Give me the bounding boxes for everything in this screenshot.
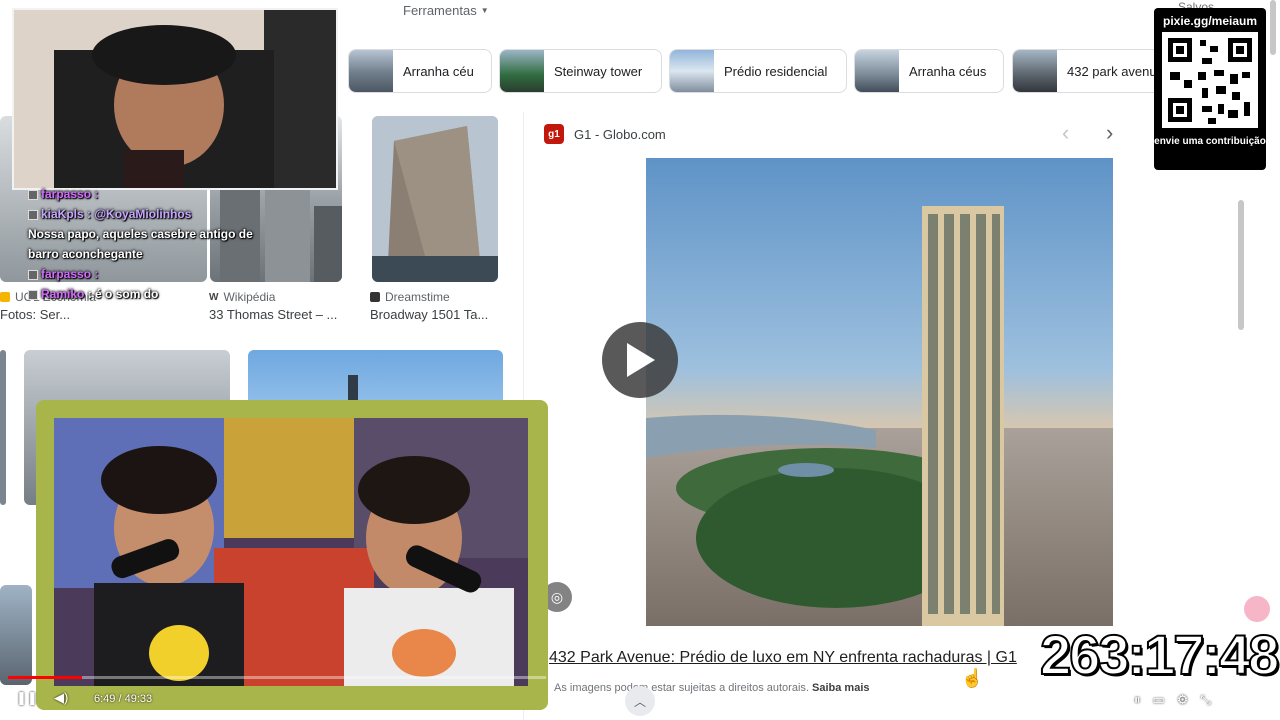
source-name: Dreamstime — [385, 290, 450, 304]
hand-cursor-icon: ☝ — [961, 668, 984, 688]
preview-article-title[interactable]: 432 Park Avenue: Prédio de luxo em NY en… — [549, 649, 1017, 667]
previous-arrow-icon[interactable]: ‹ — [1062, 122, 1069, 144]
result-title-2[interactable]: 33 Thomas Street – ... — [209, 307, 337, 322]
embedded-video-frame — [36, 400, 548, 710]
source-favicon-icon — [0, 292, 10, 302]
chat-username: farpasso — [41, 267, 92, 281]
result-image-3[interactable] — [372, 116, 498, 282]
sticker-icon — [1244, 596, 1270, 622]
caret-down-icon: ▼ — [480, 6, 489, 15]
video-scene — [54, 418, 528, 686]
building-graphic — [372, 116, 498, 282]
exit-fullscreen-icon[interactable]: ⤡ — [1200, 692, 1210, 708]
learn-more-link[interactable]: Saiba mais — [812, 682, 869, 694]
chip-thumbnail — [1013, 50, 1057, 92]
streamer-webcam — [12, 8, 338, 190]
qr-caption: envie uma contribuição — [1154, 136, 1266, 147]
chat-text: é o som do — [95, 287, 159, 301]
chip-thumbnail — [855, 50, 899, 92]
g1-logo-icon: g1 — [544, 124, 564, 144]
pause-icon[interactable]: ❚❚ — [16, 690, 38, 706]
subtitles-icon[interactable]: ▭ — [1153, 692, 1165, 708]
result-title-3[interactable]: Broadway 1501 Ta... — [370, 307, 488, 322]
chip-label: Arranha céus — [909, 63, 987, 79]
chip-label: Prédio residencial — [724, 63, 828, 79]
chat-username: kiaKpls — [41, 207, 84, 221]
subathon-timer: 263:17:48 — [1039, 622, 1280, 687]
video-progress-track[interactable] — [8, 676, 546, 679]
play-icon — [627, 343, 655, 377]
chip-steinway-tower[interactable]: Steinway tower — [499, 49, 662, 93]
page-scrollbar[interactable] — [1270, 0, 1276, 55]
source-favicon-icon — [370, 292, 380, 302]
skyscraper-photo — [646, 158, 1113, 626]
chip-432-park-avenue[interactable]: 432 park avenue — [1012, 49, 1172, 93]
video-time: 6:49 / 49:33 — [94, 693, 153, 705]
chat-message: kiaKpls : @KoyaMiolinhos — [28, 204, 258, 224]
webcam-feed — [14, 10, 336, 188]
result-title-1[interactable]: Fotos: Ser... — [0, 307, 70, 322]
tools-menu[interactable]: Ferramentas ▼ — [403, 3, 489, 18]
chat-message: Nossa papo, aqueles casebre antigo de ba… — [28, 224, 258, 264]
stream-chat: farpasso : kiaKpls : @KoyaMiolinhos Noss… — [28, 184, 258, 304]
preview-image[interactable] — [646, 158, 1113, 626]
chip-thumbnail — [670, 50, 714, 92]
chat-message: farpasso : — [28, 184, 258, 204]
chat-message: farpasso : — [28, 264, 258, 284]
copyright-notice: As imagens podem estar sujeitas a direit… — [554, 682, 870, 694]
contribution-qr-box: pixie.gg/meiaum envie uma contribuição — [1154, 8, 1266, 170]
player-controls: ⏸ ▭ ⚙ ⤡ — [1128, 688, 1270, 712]
tools-label: Ferramentas — [403, 3, 477, 18]
result-image-7[interactable] — [0, 585, 32, 685]
chat-badge-icon — [28, 269, 38, 280]
chat-badge-icon — [28, 289, 38, 300]
chat-badge-icon — [28, 209, 38, 220]
chip-arranha-ceu[interactable]: Arranha céu — [348, 49, 492, 93]
preview-source-name: G1 - Globo.com — [574, 126, 666, 142]
chip-predio-residencial[interactable]: Prédio residencial — [669, 49, 847, 93]
chat-text: @KoyaMiolinhos — [94, 207, 192, 221]
chevron-up-icon[interactable]: ︿ — [625, 686, 655, 716]
qr-url: pixie.gg/meiaum — [1162, 14, 1258, 28]
panel-scrollbar[interactable] — [1238, 200, 1244, 330]
chip-thumbnail — [500, 50, 544, 92]
next-arrow-icon[interactable]: › — [1106, 122, 1113, 144]
preview-source[interactable]: g1 G1 - Globo.com — [544, 124, 666, 144]
video-progress-fill — [8, 676, 82, 679]
qr-code-icon — [1162, 32, 1258, 128]
result-image-4[interactable] — [0, 350, 6, 505]
play-button[interactable] — [602, 322, 678, 398]
chat-text: Nossa papo, aqueles casebre antigo de ba… — [28, 227, 253, 261]
copyright-text: As imagens podem estar sujeitas a direit… — [554, 682, 809, 694]
chip-arranha-ceus[interactable]: Arranha céus — [854, 49, 1004, 93]
chip-label: Arranha céu — [403, 63, 474, 79]
embedded-video[interactable] — [54, 418, 528, 686]
chat-message: Ramiko : é o som do — [28, 284, 258, 304]
chat-badge-icon — [28, 189, 38, 200]
screen: Ferramentas ▼ Salvos Arranha céu Steinwa… — [0, 0, 1280, 720]
settings-gear-icon[interactable]: ⚙ — [1177, 692, 1189, 708]
volume-icon[interactable]: ◀) — [54, 690, 68, 706]
chat-username: Ramiko — [41, 287, 85, 301]
result-source-3: Dreamstime — [370, 290, 450, 304]
chip-label: Steinway tower — [554, 63, 643, 79]
pause-toggle-icon[interactable]: ⏸ — [1134, 692, 1141, 708]
chip-thumbnail — [349, 50, 393, 92]
chat-username: farpasso — [41, 187, 92, 201]
